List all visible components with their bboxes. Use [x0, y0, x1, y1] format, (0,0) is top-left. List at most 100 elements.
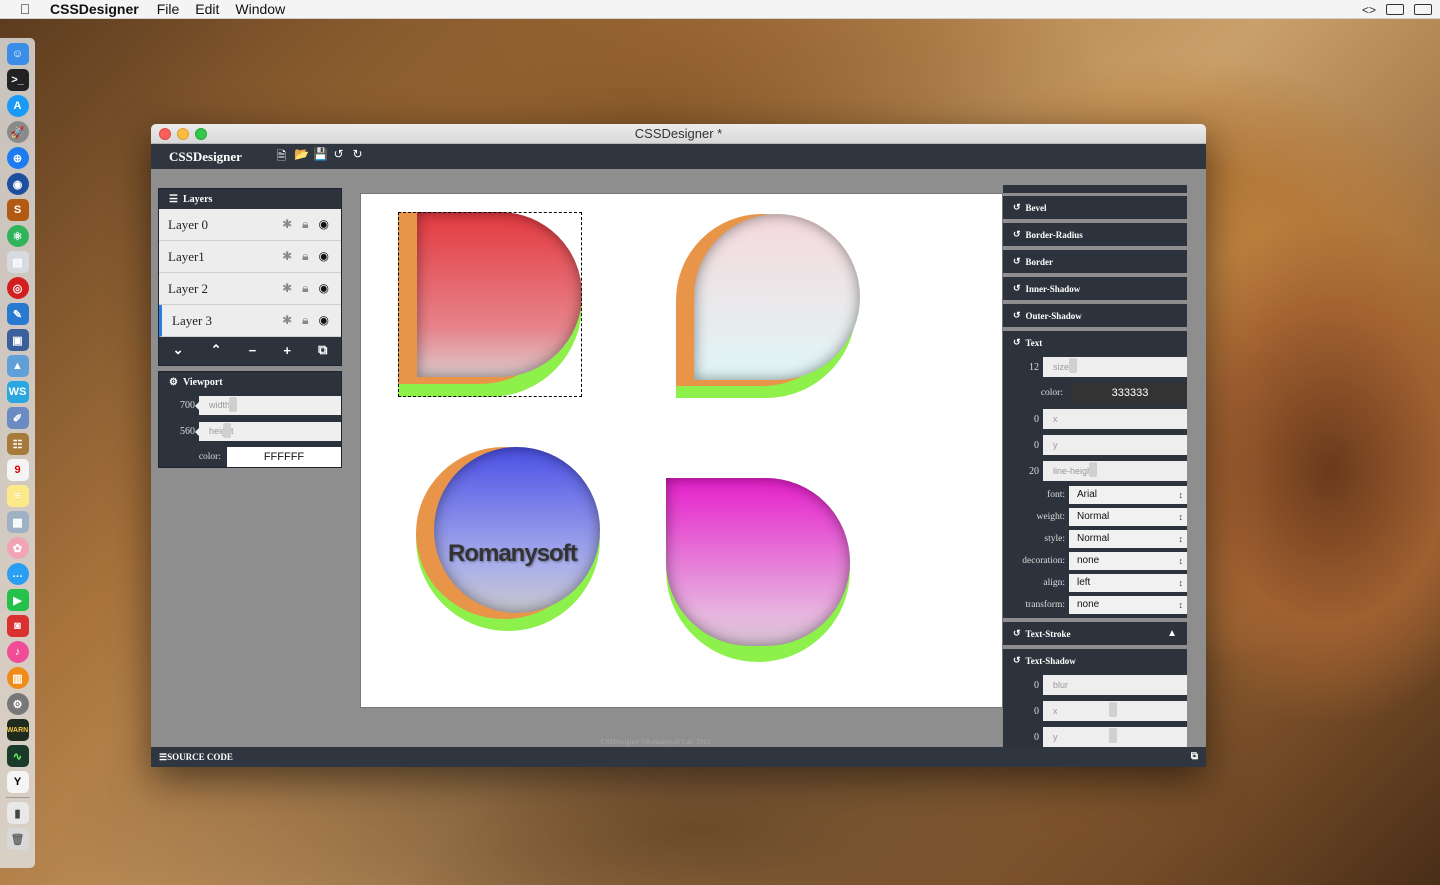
lock-icon[interactable]: 🔒︎: [302, 313, 308, 328]
source-code-bar[interactable]: ☰SOURCE CODE ⧉: [151, 747, 1206, 767]
section-text-stroke[interactable]: ↺ Text-Stroke ▲: [1003, 622, 1187, 645]
asterisk-icon[interactable]: ✱: [282, 249, 292, 264]
safari-icon[interactable]: ⊕: [6, 147, 29, 169]
reset-icon[interactable]: ↺: [1013, 283, 1021, 294]
text-size-slider[interactable]: size: [1043, 357, 1187, 377]
section-border-radius[interactable]: ↺ Border-Radius: [1003, 223, 1187, 246]
layer-item[interactable]: Layer 0 ✱ 🔒︎ ◉: [159, 209, 341, 241]
eye-icon[interactable]: ◉: [319, 217, 329, 232]
layer-item[interactable]: Layer 2 ✱ 🔒︎ ◉: [159, 273, 341, 305]
add-layer-icon[interactable]: +: [283, 343, 291, 358]
system-preferences-icon[interactable]: ⚙: [6, 693, 29, 715]
downloads-stack-icon[interactable]: ▮: [6, 802, 29, 824]
shape-layer-0[interactable]: [398, 212, 582, 397]
open-folder-icon[interactable]: 📂: [294, 147, 309, 168]
reset-icon[interactable]: ↺: [1013, 337, 1021, 348]
duplicate-layer-icon[interactable]: ⧉: [318, 342, 327, 358]
screen-sharing-icon[interactable]: ▣: [6, 329, 29, 351]
close-window-button[interactable]: [159, 128, 171, 140]
messages-icon[interactable]: …: [6, 563, 29, 585]
lock-icon[interactable]: 🔒︎: [302, 281, 308, 296]
text-y-slider[interactable]: y: [1043, 435, 1187, 455]
slider-knob[interactable]: [1089, 462, 1097, 477]
layer-item-selected[interactable]: Layer 3 ✱ 🔒︎ ◉: [159, 305, 341, 337]
atom-icon[interactable]: ⚛: [6, 225, 29, 247]
notes-icon[interactable]: ≡: [6, 485, 29, 507]
facetime-icon[interactable]: ▶: [6, 589, 29, 611]
apple-icon[interactable]: : [0, 1, 50, 17]
terminal-icon[interactable]: >_: [6, 69, 29, 91]
font-select[interactable]: Arial: [1069, 486, 1187, 504]
reset-icon[interactable]: ↺: [1013, 256, 1021, 267]
menu-app-name[interactable]: CSSDesigner: [50, 1, 139, 17]
preview-icon[interactable]: ▤: [6, 251, 29, 273]
section-border[interactable]: ↺ Border: [1003, 250, 1187, 273]
viewport-height-slider[interactable]: height: [195, 421, 341, 441]
align-select[interactable]: left: [1069, 574, 1187, 592]
app-store-icon[interactable]: A: [6, 95, 29, 117]
minimize-window-button[interactable]: [177, 128, 189, 140]
zoom-window-button[interactable]: [195, 128, 207, 140]
decoration-select[interactable]: none: [1069, 552, 1187, 570]
text-x-slider[interactable]: x: [1043, 409, 1187, 429]
calendar-icon[interactable]: 9: [6, 459, 29, 481]
launchpad-icon[interactable]: 🚀: [6, 121, 29, 143]
battery-icon[interactable]: [1414, 4, 1432, 15]
firefox-icon[interactable]: ◉: [6, 173, 29, 195]
shadow-y-slider[interactable]: y: [1043, 727, 1187, 747]
image-editor-icon[interactable]: ✐: [6, 407, 29, 429]
shape-layer-3[interactable]: [666, 478, 850, 662]
reset-icon[interactable]: ↺: [1013, 310, 1021, 321]
asterisk-icon[interactable]: ✱: [282, 313, 292, 328]
asterisk-icon[interactable]: ✱: [282, 281, 292, 296]
remove-layer-icon[interactable]: −: [249, 343, 257, 358]
section-inner-shadow[interactable]: ↺ Inner-Shadow: [1003, 277, 1187, 300]
section-bevel[interactable]: ↺ Bevel: [1003, 196, 1187, 219]
move-down-icon[interactable]: ⌄: [173, 342, 184, 358]
redo-icon[interactable]: ↻: [351, 147, 364, 168]
new-file-icon[interactable]: 🗎: [275, 147, 288, 168]
style-select[interactable]: Normal: [1069, 530, 1187, 548]
reset-icon[interactable]: ↺: [1013, 655, 1021, 666]
section-text[interactable]: ↺ Text: [1003, 331, 1187, 354]
weight-select[interactable]: Normal: [1069, 508, 1187, 526]
slider-knob[interactable]: [223, 422, 231, 438]
image-capture-icon[interactable]: ▦: [6, 511, 29, 533]
contacts-icon[interactable]: ☷: [6, 433, 29, 455]
trash-icon[interactable]: 🗑: [6, 828, 29, 850]
transform-select[interactable]: none: [1069, 596, 1187, 614]
sublime-icon[interactable]: S: [6, 199, 29, 221]
lock-icon[interactable]: 🔒︎: [302, 217, 308, 232]
reset-icon[interactable]: ↺: [1013, 628, 1021, 639]
slider-knob[interactable]: [229, 396, 237, 412]
slider-knob[interactable]: [1069, 358, 1077, 373]
lock-icon[interactable]: 🔒︎: [302, 249, 308, 264]
display-mirror-icon[interactable]: [1386, 4, 1404, 15]
layer-item[interactable]: Layer1 ✱ 🔒︎ ◉: [159, 241, 341, 273]
slider-knob[interactable]: [1109, 702, 1117, 717]
viewport-width-slider[interactable]: width: [195, 395, 341, 415]
finder-icon[interactable]: ☺: [6, 43, 29, 65]
webstorm-icon[interactable]: WS: [6, 381, 29, 403]
shape-layer-2[interactable]: Romanysoft: [416, 447, 600, 631]
itunes-icon[interactable]: ♪: [6, 641, 29, 663]
expand-icon[interactable]: ⧉: [1191, 747, 1198, 767]
section-text-shadow[interactable]: ↺ Text-Shadow: [1003, 649, 1187, 672]
shadow-x-slider[interactable]: x: [1043, 701, 1187, 721]
asterisk-icon[interactable]: ✱: [282, 217, 292, 232]
save-icon[interactable]: 💾: [313, 147, 328, 168]
menu-edit[interactable]: Edit: [195, 1, 219, 17]
reset-icon[interactable]: ↺: [1013, 202, 1021, 213]
code-brackets-icon[interactable]: <>: [1362, 3, 1376, 17]
section-outer-shadow[interactable]: ↺ Outer-Shadow: [1003, 304, 1187, 327]
undo-icon[interactable]: ↺: [332, 147, 345, 168]
console-icon[interactable]: WARN: [6, 719, 29, 741]
eye-icon[interactable]: ◉: [319, 281, 329, 296]
photo-app-icon[interactable]: ▲: [6, 355, 29, 377]
reset-icon[interactable]: ↺: [1013, 229, 1021, 240]
photos-icon[interactable]: ✿: [6, 537, 29, 559]
yummy-ftp-icon[interactable]: Y: [6, 771, 29, 793]
shadow-blur-slider[interactable]: blur: [1043, 675, 1187, 695]
design-canvas[interactable]: Romanysoft: [360, 193, 1003, 708]
move-up-icon[interactable]: ⌃: [211, 342, 222, 358]
